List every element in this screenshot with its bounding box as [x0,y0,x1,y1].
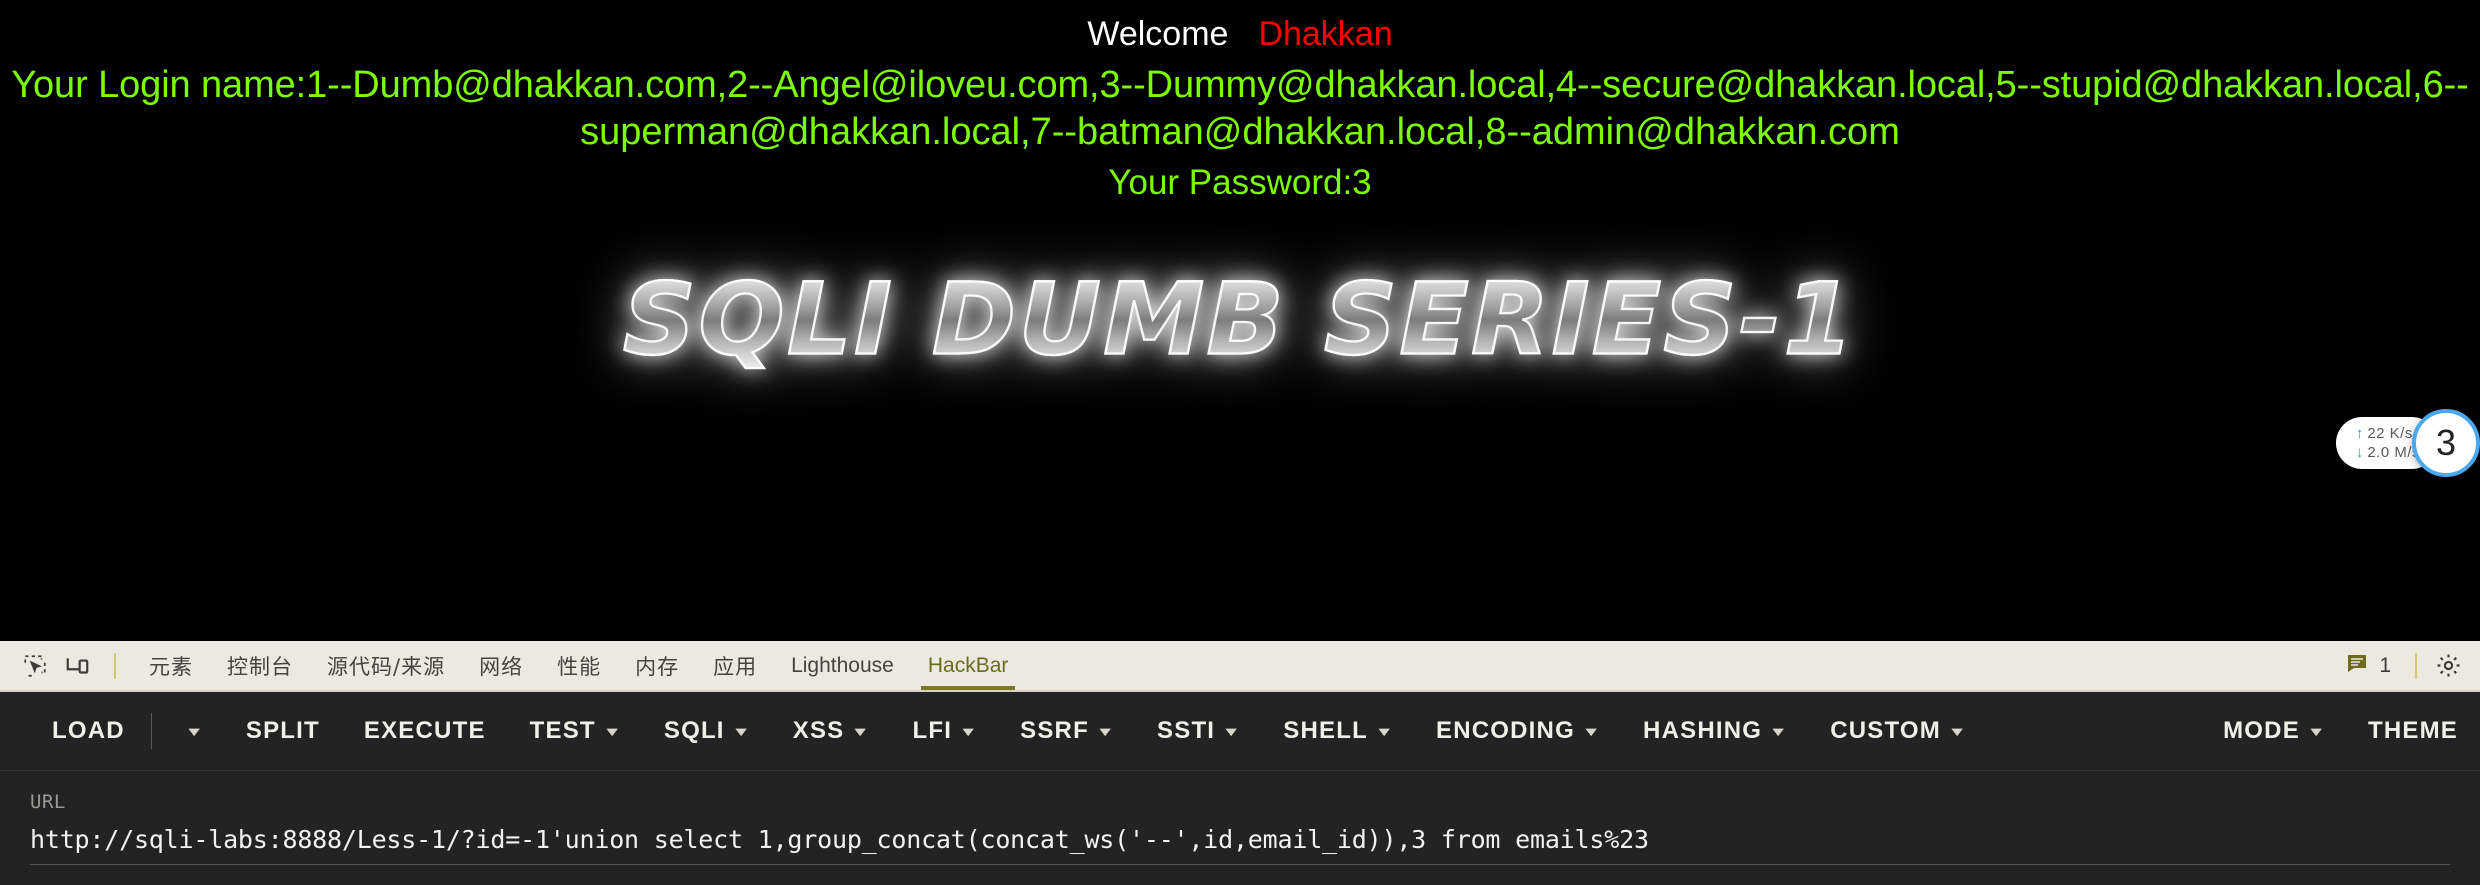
hackbar-url-section: URL http://sqli-labs:8888/Less-1/?id=-1'… [0,771,2480,865]
arrow-down-icon: ↓ [2355,444,2364,461]
hackbar-sqli-menu[interactable]: SQLI ▼ [642,717,771,745]
inspect-element-icon[interactable] [14,646,56,686]
chevron-down-icon: ▼ [602,723,624,739]
tab-memory[interactable]: 内存 [618,641,696,690]
hackbar-ssrf-menu[interactable]: SSRF ▼ [998,717,1135,745]
hackbar-xss-menu[interactable]: XSS ▼ [771,717,891,745]
tab-network[interactable]: 网络 [462,641,540,690]
chevron-down-icon: ▼ [1221,723,1243,739]
chevron-down-icon: ▼ [1374,723,1396,739]
chevron-down-icon: ▼ [1768,723,1790,739]
hackbar-load-dropdown[interactable]: ▼ [156,724,224,739]
sqli-logo: SQLI DUMB SERIES-1 [0,261,2480,390]
hackbar-encoding-menu[interactable]: ENCODING ▼ [1414,717,1621,745]
upload-speed-value: 22 K/s [2367,425,2413,442]
network-speed-widget[interactable]: ↑ 22 K/s ↓ 2.0 M/s 3 [2335,409,2480,477]
sqli-result-block: Your Login name:1--Dumb@dhakkan.com,2--A… [0,54,2480,206]
hackbar-divider [150,713,152,749]
tab-console[interactable]: 控制台 [210,641,310,690]
tab-lighthouse[interactable]: Lighthouse [774,641,911,690]
gear-icon[interactable] [2435,652,2462,679]
console-message-indicator[interactable]: 1 [2345,651,2391,681]
tab-hackbar[interactable]: HackBar [911,641,1026,690]
hackbar-theme-menu[interactable]: THEME [2346,717,2480,745]
hackbar-panel: LOAD ▼ SPLIT EXECUTE TEST ▼ SQLI ▼ XSS ▼ LF… [0,692,2480,885]
hackbar-ssti-menu[interactable]: SSTI ▼ [1135,717,1261,745]
console-message-count: 1 [2379,653,2391,677]
download-speed-row: ↓ 2.0 M/s [2356,443,2420,462]
devtools-tab-bar: 元素 控制台 源代码/来源 网络 性能 内存 应用 Lighthouse Hac… [0,641,2480,692]
chevron-down-icon: ▼ [850,723,872,739]
chevron-down-icon: ▼ [731,723,753,739]
welcome-label: Welcome [1087,15,1229,53]
chevron-down-icon: ▼ [184,723,206,739]
tab-application[interactable]: 应用 [696,641,774,690]
upload-speed-row: ↑ 22 K/s [2356,424,2420,443]
chevron-down-icon: ▼ [958,723,980,739]
hackbar-hashing-menu[interactable]: HASHING ▼ [1621,717,1808,745]
hackbar-mode-menu[interactable]: MODE ▼ [2201,717,2346,745]
screen: Welcome Dhakkan Your Login name:1--Dumb@d… [0,0,2480,885]
hackbar-shell-menu[interactable]: SHELL ▼ [1261,717,1414,745]
device-toolbar-icon[interactable] [56,646,98,686]
devtools-right-controls: 1 [2345,651,2462,681]
console-message-icon [2345,651,2369,681]
tab-sources[interactable]: 源代码/来源 [310,641,462,690]
hackbar-right-controls: MODE ▼ THEME [2201,717,2480,745]
url-label: URL [30,791,66,813]
chevron-down-icon: ▼ [1947,723,1969,739]
arrow-up-icon: ↑ [2355,425,2364,442]
hackbar-custom-menu[interactable]: CUSTOM ▼ [1808,717,1987,745]
hackbar-test-menu[interactable]: TEST ▼ [508,717,642,745]
welcome-username: Dhakkan [1258,15,1393,53]
hackbar-split-button[interactable]: SPLIT [224,717,342,745]
hackbar-execute-button[interactable]: EXECUTE [342,717,508,745]
tab-elements[interactable]: 元素 [132,641,210,690]
network-speed-badge[interactable]: 3 [2412,409,2480,477]
hackbar-toolbar: LOAD ▼ SPLIT EXECUTE TEST ▼ SQLI ▼ XSS ▼ LF… [0,692,2480,771]
hackbar-load-button[interactable]: LOAD [30,717,147,745]
devtools-tabs: 元素 控制台 源代码/来源 网络 性能 内存 应用 Lighthouse Hac… [132,641,1025,690]
toolbar-divider [114,652,116,679]
chevron-down-icon: ▼ [2306,723,2328,739]
welcome-banner: Welcome Dhakkan [0,0,2480,54]
password-line: Your Password:3 [1108,163,1372,202]
chevron-down-icon: ▼ [1095,723,1117,739]
page-content: Welcome Dhakkan Your Login name:1--Dumb@d… [0,0,2480,641]
chevron-down-icon: ▼ [1581,723,1603,739]
login-name-line-2: superman@dhakkan.local,7--batman@dhakkan… [580,111,1900,153]
url-input[interactable]: http://sqli-labs:8888/Less-1/?id=-1'unio… [30,825,2450,865]
toolbar-divider-2 [2415,652,2417,679]
tab-performance[interactable]: 性能 [540,641,618,690]
hackbar-lfi-menu[interactable]: LFI ▼ [890,717,998,745]
login-name-line-1: Your Login name:1--Dumb@dhakkan.com,2--A… [11,64,2469,106]
sqli-logo-text: SQLI DUMB SERIES-1 [622,261,1857,378]
